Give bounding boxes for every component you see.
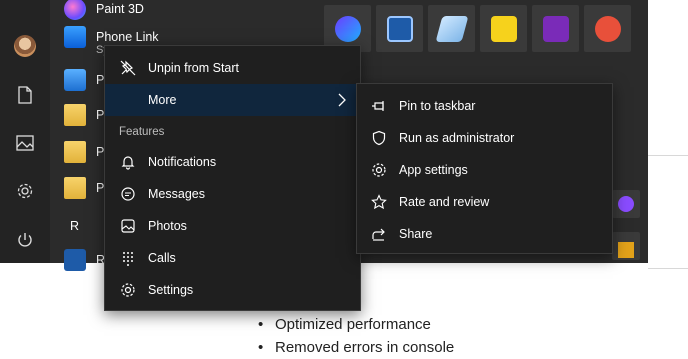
tile-sticky-notes[interactable]: [480, 5, 527, 52]
menu-item-label: Notifications: [148, 155, 217, 169]
submenu-item-pin-taskbar[interactable]: Pin to taskbar: [357, 90, 612, 122]
power-icon: [18, 233, 32, 247]
submenu-item-app-settings[interactable]: App settings: [357, 154, 612, 186]
submenu-item-label: Share: [399, 227, 433, 241]
shield-icon: [370, 130, 387, 147]
submenu-item-run-admin[interactable]: Run as administrator: [357, 122, 612, 154]
menu-item-label: Photos: [148, 219, 187, 233]
tile-onenote[interactable]: [532, 5, 579, 52]
phone-link-icon: [64, 26, 86, 48]
changelog-list: Optimized performance Removed errors in …: [218, 313, 454, 359]
tile-partial[interactable]: [612, 190, 640, 218]
paint3d-icon: [64, 0, 86, 20]
app-label: Paint 3D: [96, 2, 144, 16]
menu-item-settings[interactable]: Settings: [105, 274, 360, 306]
image-icon: [119, 218, 136, 235]
tile-eraser[interactable]: [428, 5, 475, 52]
section-header: Features: [119, 126, 165, 138]
tile-paint-brush[interactable]: [584, 5, 631, 52]
menu-item-unpin[interactable]: Unpin from Start: [105, 52, 360, 84]
app-paint3d[interactable]: Paint 3D: [64, 0, 144, 23]
more-submenu: Pin to taskbar Run as administrator App …: [356, 83, 613, 254]
menu-item-label: Calls: [148, 251, 176, 265]
settings-button[interactable]: [13, 179, 37, 203]
chat-icon: [119, 186, 136, 203]
app-logo-icon: [618, 196, 634, 212]
documents-button[interactable]: [13, 83, 37, 107]
sticky-notes-icon: [490, 15, 517, 42]
document-icon: [18, 86, 32, 104]
bell-icon: [119, 154, 136, 171]
photos-app-icon: [64, 69, 86, 91]
menu-item-label: Messages: [148, 187, 205, 201]
gear-icon: [370, 162, 387, 179]
pin-icon: [370, 98, 387, 115]
app-pl[interactable]: Pl: [64, 66, 107, 94]
app-logo-icon: [618, 242, 634, 258]
app-label: Phone Link: [96, 30, 159, 44]
submenu-item-label: Rate and review: [399, 195, 490, 209]
menu-item-more[interactable]: More: [105, 84, 360, 116]
menu-item-calls[interactable]: Calls: [105, 242, 360, 274]
tile-recorder[interactable]: [376, 5, 423, 52]
submenu-item-share[interactable]: Share: [357, 218, 612, 250]
submenu-item-label: App settings: [399, 163, 468, 177]
app-logo-icon: [334, 15, 361, 42]
list-item: Removed errors in console: [258, 336, 454, 359]
tile-partial[interactable]: [612, 232, 640, 260]
start-rail: [0, 0, 50, 263]
eraser-icon: [435, 15, 468, 42]
folder-icon: [64, 141, 86, 163]
letter-header[interactable]: R: [70, 212, 79, 240]
pictures-button[interactable]: [13, 131, 37, 155]
folder-icon: [64, 104, 86, 126]
submenu-item-rate-review[interactable]: Rate and review: [357, 186, 612, 218]
share-icon: [370, 226, 387, 243]
pictures-icon: [16, 135, 34, 151]
dialpad-icon: [119, 250, 136, 267]
settings-gear-icon: [17, 183, 33, 199]
page-divider: [648, 155, 688, 156]
app-r[interactable]: R: [64, 246, 105, 274]
unpin-icon: [119, 60, 136, 77]
menu-item-label: Settings: [148, 283, 194, 297]
context-menu: Unpin from Start More Features Notificat…: [104, 45, 361, 311]
power-button[interactable]: [13, 228, 37, 252]
page-divider: [648, 268, 688, 269]
folder-icon: [64, 177, 86, 199]
user-avatar[interactable]: [13, 34, 37, 58]
chevron-right-icon: [338, 93, 346, 107]
onenote-icon: [542, 15, 569, 42]
letter-label: R: [70, 219, 80, 233]
menu-item-messages[interactable]: Messages: [105, 178, 360, 210]
recorder-icon: [386, 15, 413, 42]
star-icon: [370, 194, 387, 211]
brush-icon: [594, 15, 621, 42]
menu-item-photos[interactable]: Photos: [105, 210, 360, 242]
menu-item-notifications[interactable]: Notifications: [105, 146, 360, 178]
submenu-item-label: Run as administrator: [399, 131, 515, 145]
submenu-item-label: Pin to taskbar: [399, 99, 476, 113]
menu-item-label: Unpin from Start: [148, 61, 240, 75]
menu-item-label: More: [148, 93, 177, 107]
gear-icon: [119, 282, 136, 299]
avatar: [14, 35, 36, 57]
recorder-app-icon: [64, 249, 86, 271]
